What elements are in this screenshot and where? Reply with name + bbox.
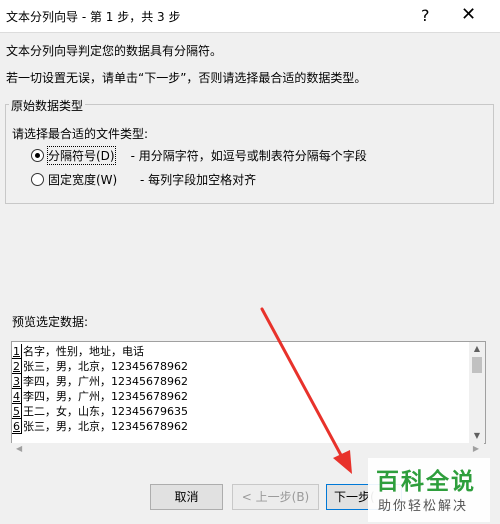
file-type-prompt: 请选择最合适的文件类型:: [12, 127, 149, 141]
row-text: 名字，性别，地址，电话: [23, 345, 144, 358]
row-number: 6: [12, 419, 22, 434]
radio-desc-delimited: - 用分隔字符，如逗号或制表符分隔每个字段: [130, 149, 367, 163]
group-legend: 原始数据类型: [9, 97, 86, 114]
description-line-1: 文本分列向导判定您的数据具有分隔符。: [6, 44, 223, 58]
preview-row: 1 名字，性别，地址，电话: [12, 344, 467, 359]
row-text: 张三，男，北京，12345678962: [23, 360, 188, 373]
cancel-button[interactable]: 取消: [150, 484, 223, 510]
radio-desc-fixed-width: - 每列字段加空格对齐: [140, 173, 257, 187]
watermark-logo: 百科全说 助你轻松解决: [368, 458, 490, 522]
preview-row: 3 李四，男，广州，12345678962: [12, 374, 467, 389]
scroll-thumb[interactable]: [472, 357, 482, 373]
preview-row: 2 张三，男，北京，12345678962: [12, 359, 467, 374]
help-button[interactable]: ?: [421, 6, 430, 25]
radio-button-delimited[interactable]: [31, 149, 44, 162]
back-button[interactable]: < 上一步(B): [232, 484, 319, 510]
row-number: 2: [12, 359, 22, 374]
radio-delimited[interactable]: 分隔符号(D) - 用分隔字符，如逗号或制表符分隔每个字段: [31, 146, 367, 165]
row-text: 张三，男，北京，12345678962: [23, 420, 188, 433]
preview-pane[interactable]: 1 名字，性别，地址，电话 2 张三，男，北京，12345678962 3 李四…: [11, 341, 486, 444]
row-number: 5: [12, 404, 22, 419]
scroll-up-icon[interactable]: ▲: [469, 342, 485, 356]
preview-row: 5 王二，女，山东，12345679635: [12, 404, 467, 419]
title-bar: 文本分列向导 - 第 1 步，共 3 步 ? ✕: [0, 0, 500, 33]
radio-button-fixed-width[interactable]: [31, 173, 44, 186]
row-text: 李四，男，广州，12345678962: [23, 375, 188, 388]
radio-fixed-width[interactable]: 固定宽度(W) - 每列字段加空格对齐: [31, 171, 256, 188]
watermark-title: 百科全说: [376, 469, 476, 495]
preview-row: 6 张三，男，北京，12345678962: [12, 419, 467, 434]
row-number: 4: [12, 389, 22, 404]
vertical-scrollbar[interactable]: ▲ ▼: [469, 342, 485, 443]
preview-row: 4 李四，男，广州，12345678962: [12, 389, 467, 404]
scroll-down-icon[interactable]: ▼: [469, 429, 485, 443]
horizontal-scrollbar[interactable]: ◀ ▶: [11, 443, 484, 459]
radio-label-fixed-width[interactable]: 固定宽度(W): [48, 171, 138, 188]
window-title: 文本分列向导 - 第 1 步，共 3 步: [6, 10, 181, 24]
row-number: 1: [12, 344, 22, 359]
row-text: 李四，男，广州，12345678962: [23, 390, 188, 403]
scroll-right-icon[interactable]: ▶: [473, 444, 479, 453]
description-line-2: 若一切设置无误，请单击“下一步”，否则请选择最合适的数据类型。: [6, 71, 367, 85]
preview-lines: 1 名字，性别，地址，电话 2 张三，男，北京，12345678962 3 李四…: [12, 344, 467, 434]
scroll-left-icon[interactable]: ◀: [16, 444, 22, 453]
watermark-subtitle: 助你轻松解决: [378, 499, 469, 514]
preview-label: 预览选定数据:: [12, 315, 89, 329]
close-button[interactable]: ✕: [461, 4, 476, 25]
row-text: 王二，女，山东，12345679635: [23, 405, 188, 418]
radio-label-delimited[interactable]: 分隔符号(D): [47, 146, 116, 165]
row-number: 3: [12, 374, 22, 389]
